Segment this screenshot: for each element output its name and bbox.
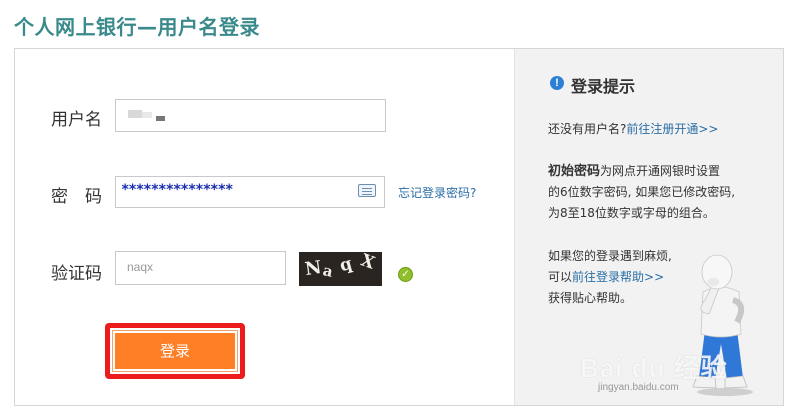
tip-line: 为8至18位数字或字母的组合。 bbox=[548, 206, 715, 220]
forgot-password-link[interactable]: 忘记登录密码? bbox=[398, 184, 476, 201]
tip-line: 可以 bbox=[548, 270, 573, 284]
password-value: *************** bbox=[121, 182, 233, 198]
password-label: 密 码 bbox=[51, 187, 102, 207]
username-input[interactable] bbox=[115, 99, 386, 132]
tip-line: 获得贴心帮助。 bbox=[548, 291, 633, 305]
watermark-url: jingyan.baidu.com bbox=[598, 382, 679, 393]
captcha-char: a bbox=[321, 261, 335, 281]
check-icon: ✓ bbox=[398, 267, 413, 282]
no-account-row: 还没有用户名?前往注册开通>> bbox=[548, 119, 719, 140]
captcha-image[interactable]: N a q X bbox=[299, 252, 382, 286]
page-title: 个人网上银行—用户名登录 bbox=[14, 15, 260, 39]
username-value-part bbox=[142, 112, 152, 118]
trouble-tip: 如果您的登录遇到麻烦, 可以前往登录帮助>> 获得贴心帮助。 bbox=[548, 246, 672, 309]
tip-line: 的6位数字密码, 如果您已修改密码, bbox=[548, 185, 736, 199]
no-account-text: 还没有用户名? bbox=[548, 122, 627, 136]
login-button[interactable]: 登录 bbox=[112, 330, 238, 372]
login-button-highlight: 登录 bbox=[105, 323, 245, 379]
tips-title: 登录提示 bbox=[571, 77, 636, 96]
captcha-label: 验证码 bbox=[51, 264, 102, 284]
watermark-logo: Bai du 经验 bbox=[580, 353, 728, 383]
tip-line: 如果您的登录遇到麻烦, bbox=[548, 249, 672, 263]
username-label: 用户名 bbox=[51, 110, 102, 130]
username-value-part bbox=[156, 116, 165, 121]
password-input[interactable]: *************** bbox=[115, 176, 385, 208]
initial-password-tip: 初始密码为网点开通网银时设置 的6位数字密码, 如果您已修改密码, 为8至18位… bbox=[548, 161, 735, 224]
captcha-input[interactable]: naqx bbox=[115, 251, 286, 285]
captcha-char: q bbox=[337, 253, 355, 277]
register-link[interactable]: 前往注册开通>> bbox=[626, 122, 718, 136]
captcha-char: N bbox=[303, 256, 323, 281]
help-link[interactable]: 前往登录帮助>> bbox=[572, 270, 664, 284]
username-value bbox=[128, 110, 142, 118]
keyboard-icon[interactable] bbox=[358, 184, 376, 197]
captcha-input-value: naqx bbox=[127, 260, 154, 274]
info-icon: ! bbox=[550, 76, 564, 90]
tip-line: 为网点开通网银时设置 bbox=[600, 164, 721, 178]
captcha-char: X bbox=[357, 252, 378, 274]
initial-password-bold: 初始密码 bbox=[548, 164, 601, 179]
